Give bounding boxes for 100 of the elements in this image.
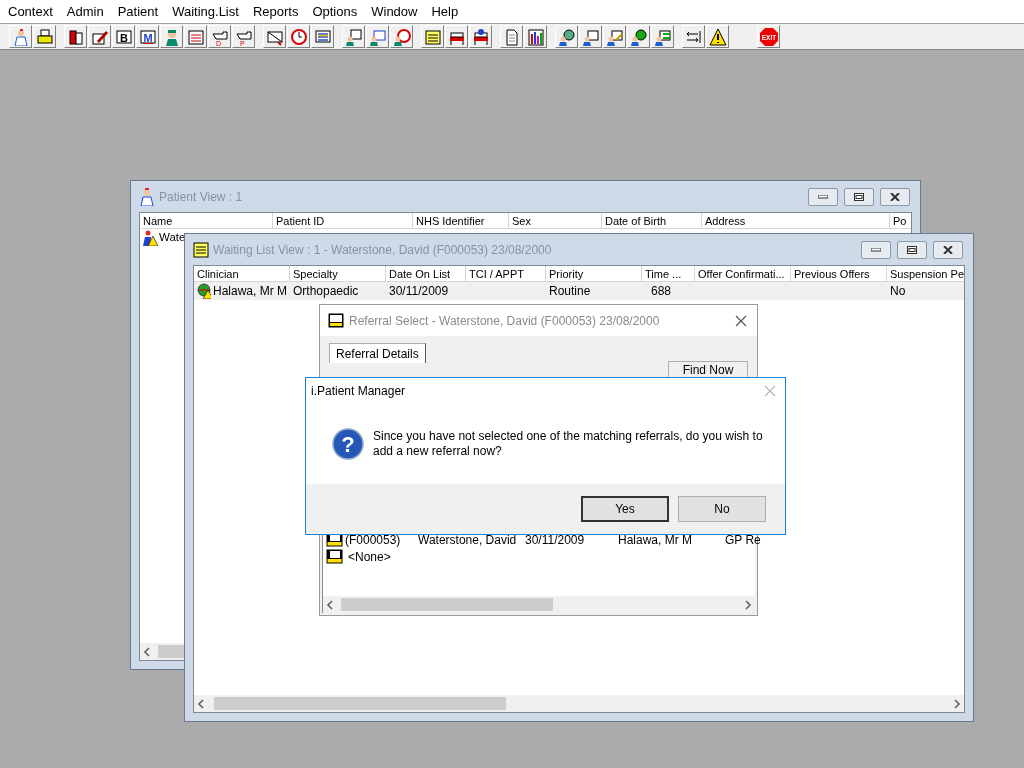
toolbar-button[interactable] — [263, 25, 286, 48]
form-icon — [326, 549, 343, 564]
toolbar-button[interactable] — [524, 25, 547, 48]
note-icon — [186, 27, 205, 46]
toolbar-button[interactable] — [555, 25, 578, 48]
column-header[interactable]: Specialty — [290, 266, 386, 282]
arrows-person-icon — [653, 27, 672, 46]
table-cell-text: Wate — [159, 229, 186, 245]
column-header[interactable]: Sex — [509, 213, 602, 229]
column-header[interactable]: Date On List — [386, 266, 466, 282]
window-title: Referral Select - Waterstone, David (F000053) 23/08/2000 — [349, 312, 660, 330]
bed-person-icon — [471, 27, 490, 46]
dialog-title: i.Patient Manager — [311, 383, 406, 400]
dialog-button[interactable]: Yes — [581, 496, 669, 522]
table-cell-text: Routine — [549, 283, 591, 300]
menu-item[interactable]: Help — [424, 0, 466, 23]
minimize-icon — [871, 247, 881, 252]
column-header[interactable]: Patient ID — [273, 213, 413, 229]
minimize-button[interactable] — [808, 187, 838, 206]
column-header[interactable]: Address — [702, 213, 890, 229]
table-cell-text: GP Re — [725, 531, 762, 549]
toolbar-button[interactable] — [64, 25, 87, 48]
close-icon[interactable] — [735, 314, 747, 327]
globe-warning-icon — [197, 283, 211, 299]
warning-icon — [708, 27, 727, 46]
horizontal-scrollbar[interactable] — [323, 596, 755, 613]
menu-item[interactable]: Options — [305, 0, 365, 23]
toolbar-button[interactable] — [33, 25, 56, 48]
scroll-thumb[interactable] — [214, 697, 506, 710]
table-cell-text: 30/11/2009 — [525, 531, 586, 549]
toolbar-button[interactable]: B — [112, 25, 135, 48]
table-cell-text: (F000053) — [345, 531, 402, 549]
table-cell-text: <None> — [347, 548, 391, 566]
column-header[interactable]: Previous Offers — [791, 266, 887, 282]
scroll-thumb[interactable] — [341, 598, 553, 611]
column-header[interactable]: NHS Identifier — [413, 213, 509, 229]
menu-item[interactable]: Context — [1, 0, 60, 23]
toolbar-button[interactable] — [88, 25, 111, 48]
menu-item[interactable]: Reports — [245, 0, 306, 23]
monitor-icon — [313, 27, 332, 46]
question-icon: ? — [332, 428, 364, 460]
minimize-icon — [818, 194, 828, 199]
column-header[interactable]: Time ... — [642, 266, 695, 282]
toolbar-button[interactable] — [706, 25, 729, 48]
table-cell-text: 30/11/2009 — [389, 283, 449, 300]
menu-item[interactable]: Window — [364, 0, 425, 23]
scroll-left-icon — [143, 646, 151, 657]
table-cell-text: Halawa, Mr M — [213, 283, 287, 300]
tab[interactable]: Referral Details — [329, 343, 426, 363]
dialog-message: Since you have not selected one of the matching referrals, do you wish to add a new referral now? — [373, 429, 763, 459]
scroll-left-icon — [197, 698, 205, 709]
maximize-icon — [907, 245, 917, 254]
toolbar-button[interactable] — [627, 25, 650, 48]
menu-item[interactable]: Patient — [110, 0, 166, 23]
maximize-button[interactable] — [844, 187, 874, 206]
person-clock-icon — [392, 27, 411, 46]
table-cell-text: Halawa, Mr M — [618, 531, 693, 549]
menu-item[interactable]: Admin — [59, 0, 111, 23]
globe-person-icon — [557, 27, 576, 46]
book-icon — [66, 27, 85, 46]
person-icon — [139, 187, 155, 206]
table-cell-text: No — [890, 283, 906, 300]
form-icon — [328, 313, 344, 328]
column-header[interactable]: Offer Confirmati... — [695, 266, 791, 282]
find-now-button[interactable]: Find Now — [668, 361, 748, 377]
bar-chart-icon — [526, 27, 545, 46]
dialog-button[interactable]: No — [678, 496, 766, 522]
horizontal-scrollbar[interactable] — [194, 695, 964, 712]
maximize-button[interactable] — [897, 240, 927, 259]
window-title: Patient View : 1 — [159, 188, 243, 206]
window-title: Waiting List View : 1 - Waterstone, David (F000053) 23/08/2000 — [213, 241, 552, 259]
close-icon — [890, 192, 900, 201]
clock-icon — [289, 27, 308, 46]
column-header[interactable]: Priority — [546, 266, 642, 282]
table-cell-text: Orthopaedic — [293, 283, 359, 300]
scroll-thumb[interactable] — [158, 645, 184, 658]
toolbar-button[interactable] — [469, 25, 492, 48]
column-header[interactable]: Clinician — [194, 266, 290, 282]
column-header[interactable]: Name — [140, 213, 273, 229]
form-person-icon — [581, 27, 600, 46]
printer-icon — [35, 27, 54, 46]
edit-person-icon — [605, 27, 624, 46]
table-cell-text: Waterstone, David — [418, 531, 518, 549]
toolbar-button[interactable]: M — [136, 25, 159, 48]
table-cell-text: 688 — [650, 283, 672, 300]
close-icon — [943, 245, 953, 254]
person-warning-icon — [142, 229, 158, 246]
scroll-right-icon — [953, 698, 961, 709]
maximize-icon — [854, 192, 864, 201]
menu-item[interactable]: Waiting.List — [165, 0, 246, 23]
person-screen-icon — [344, 27, 363, 46]
globe-person-icon — [629, 27, 648, 46]
column-header[interactable]: TCI / APPT — [466, 266, 546, 282]
close-button[interactable] — [880, 187, 910, 206]
column-header[interactable]: Date of Birth — [602, 213, 702, 229]
table-row[interactable]: Halawa, Mr M Orthopaedic 30/11/2009 Routine 688 No — [194, 282, 964, 300]
toolbar-button[interactable] — [445, 25, 468, 48]
close-button[interactable] — [933, 240, 963, 259]
minimize-button[interactable] — [861, 240, 891, 259]
note-icon — [423, 27, 442, 46]
